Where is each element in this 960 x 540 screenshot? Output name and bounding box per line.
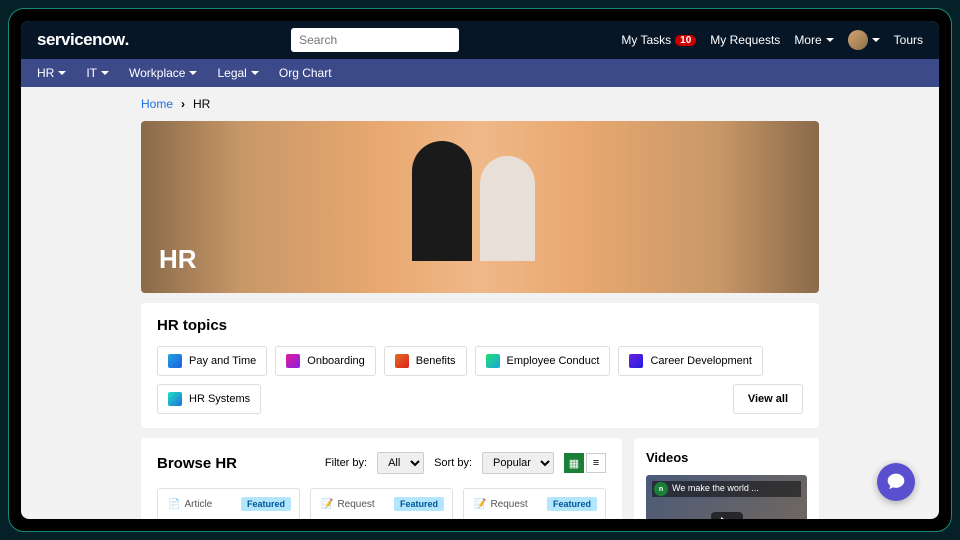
browse-section: Browse HR Filter by: All Sort by: Popula… bbox=[141, 438, 622, 519]
request-icon: 📝 bbox=[474, 499, 486, 510]
chevron-down-icon bbox=[189, 71, 197, 79]
sort-label: Sort by: bbox=[434, 457, 472, 469]
card-title[interactable]: New Hire Onboarding bbox=[321, 518, 442, 519]
search-input[interactable] bbox=[291, 28, 459, 52]
chat-icon bbox=[886, 472, 906, 492]
filter-select[interactable]: All bbox=[377, 452, 424, 474]
chevron-down-icon bbox=[251, 71, 259, 79]
featured-badge: Featured bbox=[547, 497, 597, 511]
topic-benefits[interactable]: Benefits bbox=[384, 346, 467, 376]
nav-orgchart[interactable]: Org Chart bbox=[279, 66, 332, 80]
chat-fab[interactable] bbox=[877, 463, 915, 501]
chevron-down-icon bbox=[58, 71, 66, 79]
video-source-icon: n bbox=[654, 482, 668, 496]
topic-onboarding[interactable]: Onboarding bbox=[275, 346, 376, 376]
nav-legal[interactable]: Legal bbox=[217, 66, 258, 80]
hero-banner: HR bbox=[141, 121, 819, 293]
featured-badge: Featured bbox=[394, 497, 444, 511]
brand-logo: servicenow. bbox=[37, 30, 129, 50]
topic-hr-systems[interactable]: HR Systems bbox=[157, 384, 261, 414]
breadcrumb-current: HR bbox=[193, 97, 210, 111]
browse-heading: Browse HR bbox=[157, 455, 315, 472]
list-view-button[interactable]: ≡ bbox=[586, 453, 606, 473]
page-title: HR bbox=[159, 244, 197, 275]
chevron-down-icon bbox=[826, 38, 834, 46]
more-menu[interactable]: More bbox=[794, 33, 833, 47]
sort-select[interactable]: Popular bbox=[482, 452, 554, 474]
top-bar: servicenow. My Tasks10 My Requests More … bbox=[21, 21, 939, 59]
videos-heading: Videos bbox=[646, 450, 807, 465]
my-tasks-link[interactable]: My Tasks10 bbox=[621, 33, 696, 47]
search-box bbox=[291, 28, 459, 52]
my-requests-link[interactable]: My Requests bbox=[710, 33, 780, 47]
benefits-icon bbox=[395, 354, 409, 368]
chevron-right-icon: › bbox=[181, 97, 185, 111]
video-title: We make the world ... bbox=[672, 483, 759, 493]
tasks-badge: 10 bbox=[675, 35, 696, 46]
card-request[interactable]: Featured 📝Request New Hire Onboarding Ki… bbox=[310, 488, 453, 519]
nav-it[interactable]: IT bbox=[86, 66, 109, 80]
topic-employee-conduct[interactable]: Employee Conduct bbox=[475, 346, 611, 376]
article-icon: 📄 bbox=[168, 499, 180, 510]
breadcrumb: Home › HR bbox=[141, 87, 819, 121]
topics-heading: HR topics bbox=[157, 317, 803, 334]
card-title[interactable]: Employee Anti-Harassment Policy bbox=[168, 518, 289, 519]
nav-workplace[interactable]: Workplace bbox=[129, 66, 197, 80]
topic-pay-and-time[interactable]: Pay and Time bbox=[157, 346, 267, 376]
chevron-down-icon bbox=[101, 71, 109, 79]
card-request[interactable]: Featured 📝Request Request Leave of Absen… bbox=[463, 488, 606, 519]
tours-link[interactable]: Tours bbox=[894, 33, 923, 47]
nav-hr[interactable]: HR bbox=[37, 66, 66, 80]
onboarding-icon bbox=[286, 354, 300, 368]
featured-badge: Featured bbox=[241, 497, 291, 511]
chevron-down-icon bbox=[872, 38, 880, 46]
user-menu[interactable] bbox=[848, 30, 880, 50]
systems-icon bbox=[168, 392, 182, 406]
topic-career-development[interactable]: Career Development bbox=[618, 346, 763, 376]
request-icon: 📝 bbox=[321, 499, 333, 510]
topics-section: HR topics Pay and Time Onboarding Benefi… bbox=[141, 303, 819, 428]
luggage-icon bbox=[474, 516, 495, 519]
main-nav: HR IT Workplace Legal Org Chart bbox=[21, 59, 939, 87]
card-title[interactable]: Request Leave of Absence bbox=[505, 518, 595, 519]
videos-section: Videos n We make the world ... bbox=[634, 438, 819, 519]
career-icon bbox=[629, 354, 643, 368]
conduct-icon bbox=[486, 354, 500, 368]
pay-icon bbox=[168, 354, 182, 368]
card-article[interactable]: Featured 📄Article Employee Anti-Harassme… bbox=[157, 488, 300, 519]
video-thumbnail[interactable]: n We make the world ... bbox=[646, 475, 807, 519]
avatar bbox=[848, 30, 868, 50]
grid-view-button[interactable]: ▦ bbox=[564, 453, 584, 473]
filter-label: Filter by: bbox=[325, 457, 367, 469]
play-icon bbox=[711, 512, 743, 520]
breadcrumb-home[interactable]: Home bbox=[141, 97, 173, 111]
view-all-button[interactable]: View all bbox=[733, 384, 803, 414]
